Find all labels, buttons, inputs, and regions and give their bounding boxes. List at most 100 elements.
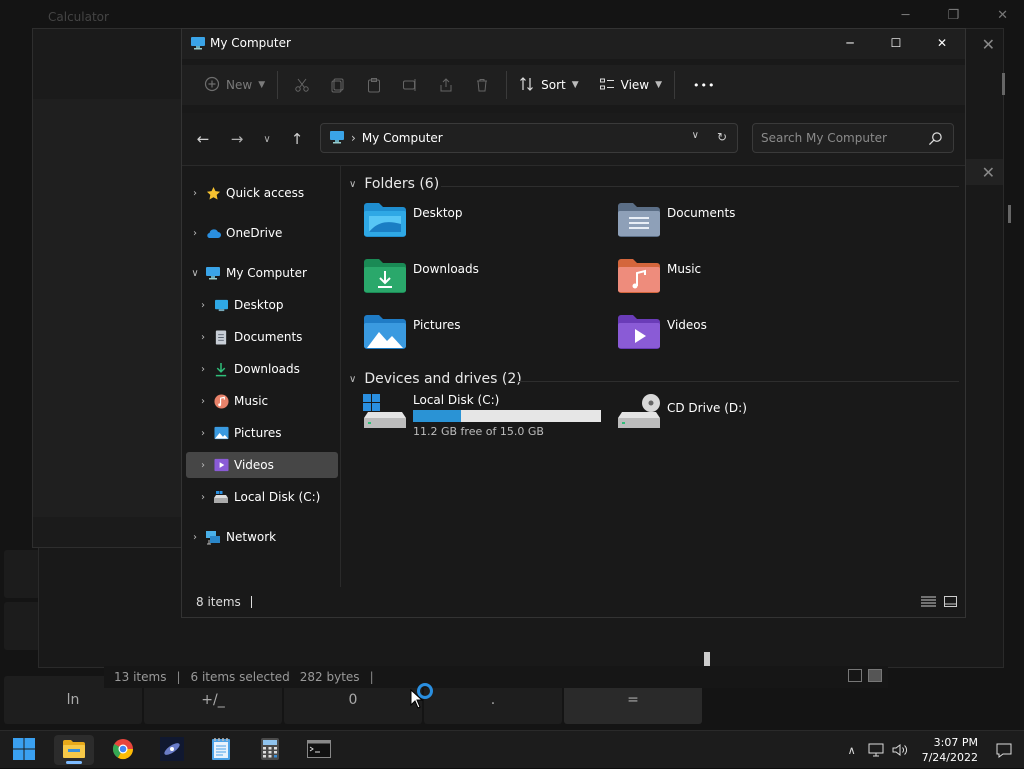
new-button[interactable]: New ▼	[198, 69, 271, 101]
calc-key[interactable]	[4, 602, 40, 650]
taskbar-notepad[interactable]	[201, 735, 241, 765]
sidebar-item-local-disk[interactable]: › Local Disk (C:)	[194, 484, 338, 510]
bg-close-icon[interactable]: ✕	[982, 163, 995, 182]
details-view-icon[interactable]	[848, 669, 862, 682]
drive-local-disk-c[interactable]: Local Disk (C:) 11.2 GB free of 15.0 GB	[363, 392, 623, 440]
bg-minimize-icon[interactable]: ─	[902, 8, 910, 23]
terminal-icon	[307, 739, 331, 761]
computer-icon	[190, 36, 206, 53]
forward-arrow-icon[interactable]: →	[220, 130, 254, 148]
maximize-button[interactable]: ☐	[873, 29, 919, 57]
chevron-right-icon[interactable]: ›	[186, 228, 204, 239]
notifications-icon[interactable]	[992, 743, 1016, 758]
address-bar[interactable]: › My Computer ∨ ↻	[320, 123, 738, 153]
clock[interactable]: 3:07 PM 7/24/2022	[922, 735, 978, 765]
sidebar-item-onedrive[interactable]: › OneDrive	[186, 220, 338, 246]
drive-name: CD Drive (D:)	[667, 401, 747, 415]
chevron-down-icon[interactable]: ∨	[186, 268, 204, 279]
paste-icon[interactable]	[356, 77, 392, 93]
sidebar-item-desktop[interactable]: › Desktop	[194, 292, 338, 318]
drive-cd-d[interactable]: CD Drive (D:)	[617, 392, 857, 440]
sidebar-item-my-computer[interactable]: ∨ My Computer	[186, 260, 338, 286]
folder-music[interactable]: Music	[617, 256, 857, 304]
chevron-down-icon[interactable]: ∨	[692, 130, 699, 144]
chevron-right-icon[interactable]: ›	[194, 332, 212, 343]
sidebar-item-music[interactable]: › Music	[194, 388, 338, 414]
bg-scrollbar[interactable]	[1008, 205, 1011, 223]
view-button[interactable]: View ▼	[593, 69, 668, 101]
taskbar-space-app[interactable]	[152, 735, 192, 765]
rename-icon[interactable]	[392, 77, 428, 93]
sort-button[interactable]: Sort ▼	[513, 69, 585, 101]
chevron-right-icon[interactable]: ›	[186, 188, 204, 199]
chevron-right-icon[interactable]: ›	[186, 532, 204, 543]
share-icon[interactable]	[428, 77, 464, 93]
sidebar-item-label: Quick access	[226, 186, 305, 200]
folder-documents[interactable]: Documents	[617, 200, 857, 248]
bg-close-icon[interactable]: ✕	[982, 35, 995, 54]
calc-key[interactable]	[4, 550, 40, 598]
minimize-button[interactable]: ─	[827, 29, 873, 57]
bg-restore-icon[interactable]: ❐	[947, 8, 959, 23]
background-window-left	[32, 28, 186, 548]
content-pane: ∨ Folders (6) Desktop Documents Download…	[341, 166, 965, 587]
chevron-right-icon[interactable]: ›	[194, 428, 212, 439]
start-button[interactable]	[4, 735, 44, 765]
network-status-icon[interactable]	[864, 743, 888, 757]
folder-pictures[interactable]: Pictures	[363, 312, 603, 360]
breadcrumb-chevron-icon[interactable]: ›	[351, 131, 356, 145]
chevron-down-icon: ▼	[571, 80, 579, 90]
tiles-view-icon[interactable]	[868, 669, 882, 682]
breadcrumb-current[interactable]: My Computer	[362, 131, 443, 145]
taskbar-chrome[interactable]	[103, 735, 143, 765]
close-button[interactable]: ✕	[919, 29, 965, 57]
folders-group-header[interactable]: ∨ Folders (6)	[349, 176, 439, 192]
chevron-down-icon[interactable]: ∨	[349, 374, 356, 385]
sidebar-item-label: Downloads	[234, 362, 300, 376]
drives-group-header[interactable]: ∨ Devices and drives (2)	[349, 371, 522, 387]
more-options-button[interactable]: •••	[687, 69, 721, 101]
divider: |	[369, 670, 374, 684]
bg-close-icon[interactable]: ✕	[997, 8, 1008, 23]
computer-icon	[329, 130, 345, 147]
view-list-icon	[599, 76, 615, 95]
sidebar-item-label: Desktop	[234, 298, 284, 312]
details-view-icon[interactable]	[921, 596, 936, 610]
volume-icon[interactable]	[888, 743, 912, 757]
chevron-right-icon[interactable]: ›	[194, 396, 212, 407]
taskbar-calculator[interactable]	[250, 735, 290, 765]
back-arrow-icon[interactable]: ←	[186, 130, 220, 148]
taskbar-file-explorer[interactable]	[54, 735, 94, 765]
sidebar-item-network[interactable]: › Network	[186, 524, 338, 550]
folder-downloads[interactable]: Downloads	[363, 256, 603, 304]
sidebar-item-label: My Computer	[226, 266, 307, 280]
chevron-right-icon[interactable]: ›	[194, 300, 212, 311]
copy-icon[interactable]	[320, 77, 356, 93]
cut-icon[interactable]	[284, 77, 320, 93]
active-indicator	[66, 761, 82, 764]
refresh-icon[interactable]: ↻	[717, 130, 727, 144]
sidebar-item-pictures[interactable]: › Pictures	[194, 420, 338, 446]
recent-locations-chevron-icon[interactable]: ∨	[254, 134, 280, 145]
show-hidden-icons-chevron-icon[interactable]: ∧	[840, 744, 864, 757]
search-input[interactable]: Search My Computer	[752, 123, 954, 153]
clock-time: 3:07 PM	[933, 736, 978, 749]
delete-icon[interactable]	[464, 77, 500, 93]
sidebar-item-documents[interactable]: › Documents	[194, 324, 338, 350]
tiles-view-icon[interactable]	[944, 596, 957, 610]
folder-videos[interactable]: Videos	[617, 312, 857, 360]
pictures-icon	[212, 426, 230, 440]
chevron-right-icon[interactable]: ›	[194, 492, 212, 503]
sidebar-item-label: OneDrive	[226, 226, 283, 240]
up-arrow-icon[interactable]: ↑	[280, 130, 314, 148]
sidebar-item-quick-access[interactable]: › Quick access	[186, 180, 338, 206]
chevron-down-icon[interactable]: ∨	[349, 179, 356, 190]
bg-scrollbar[interactable]	[1002, 73, 1005, 95]
taskbar-terminal[interactable]	[299, 735, 339, 765]
folder-desktop[interactable]: Desktop	[363, 200, 603, 248]
search-icon[interactable]	[928, 131, 943, 149]
sidebar-item-videos[interactable]: › Videos	[186, 452, 338, 478]
chevron-right-icon[interactable]: ›	[194, 460, 212, 471]
sidebar-item-downloads[interactable]: › Downloads	[194, 356, 338, 382]
chevron-right-icon[interactable]: ›	[194, 364, 212, 375]
